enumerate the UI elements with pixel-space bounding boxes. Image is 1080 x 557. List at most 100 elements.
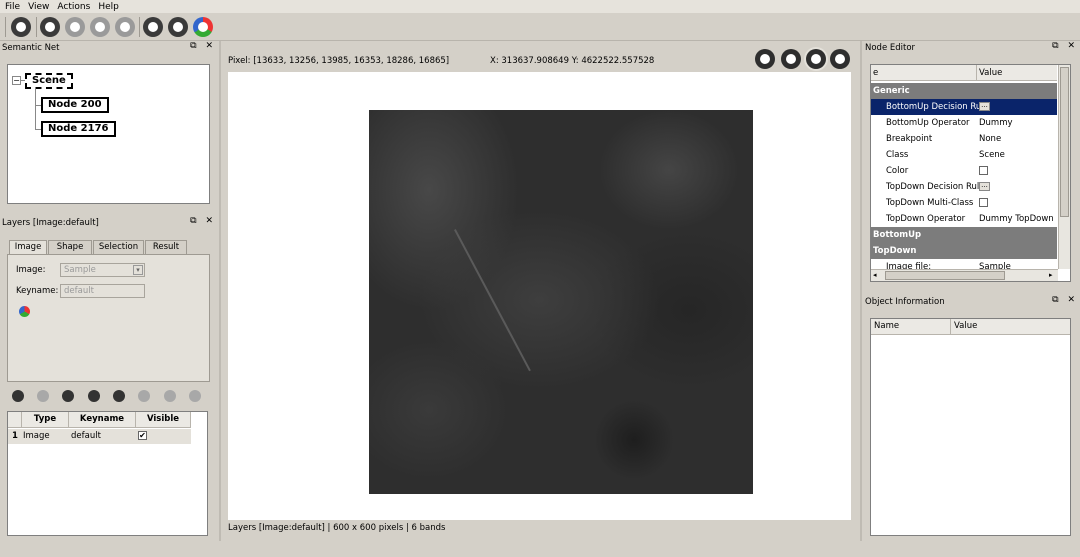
prop-row[interactable]: Breakpoint None (871, 131, 1057, 147)
panel-controls[interactable]: ⧉ ✕ (190, 41, 216, 51)
prop-value[interactable] (979, 195, 988, 211)
prop-value[interactable]: Dummy TopDown (979, 211, 1054, 227)
coord-readout: X: 313637.908649 Y: 4622522.557528 (490, 56, 655, 66)
group-topdown[interactable]: TopDown (871, 243, 1057, 259)
ellipsis-button[interactable]: ... (979, 102, 990, 111)
column-header-keyname[interactable]: Keyname (69, 412, 136, 428)
prop-row[interactable]: Class Scene (871, 147, 1057, 163)
prop-row[interactable]: TopDown Operator Dummy TopDown (871, 211, 1057, 227)
prop-row[interactable]: BottomUp Operator Dummy BottomUp (871, 115, 1057, 144)
action-disabled-icon[interactable] (189, 390, 201, 402)
satellite-image[interactable] (369, 110, 753, 494)
column-header-name[interactable]: Name (871, 319, 951, 335)
group-generic[interactable]: Generic (871, 83, 1057, 99)
semantic-net-tree: − Scene Node 200 Node 2176 (7, 64, 210, 204)
toolbar (0, 13, 1080, 41)
pan-hand-icon[interactable] (806, 49, 826, 69)
action-disabled-icon[interactable] (138, 390, 150, 402)
column-header-type[interactable]: Type (22, 412, 69, 428)
column-header-value[interactable]: Value (979, 68, 1002, 78)
object-info-header: Object Information ⧉ ✕ (863, 295, 1080, 309)
prop-value[interactable]: ... (979, 179, 990, 195)
color-icon[interactable] (193, 17, 213, 37)
table-corner (8, 412, 22, 428)
prop-row[interactable]: Color (871, 163, 1057, 179)
splitter-right[interactable] (860, 41, 862, 541)
add-layer-icon[interactable] (12, 390, 24, 402)
color-picker-icon[interactable] (19, 306, 30, 317)
back-disabled-icon[interactable] (65, 17, 85, 37)
collapse-toggle[interactable]: − (12, 76, 21, 85)
group-bottomup[interactable]: BottomUp (871, 227, 1057, 243)
remove-layer-icon[interactable] (62, 390, 74, 402)
node-editor-header: Node Editor ⧉ ✕ (863, 41, 1080, 55)
ellipsis-button[interactable]: ... (979, 182, 990, 191)
table-cell-keyname[interactable]: default (69, 429, 136, 444)
table-cell-visible[interactable]: ✔ (136, 429, 191, 444)
toolbar-separator (139, 17, 140, 37)
scroll-right-icon[interactable]: ▸ (1049, 271, 1053, 279)
menu-actions[interactable]: Actions (57, 2, 90, 12)
add-disabled-icon[interactable] (37, 390, 49, 402)
keyname-label: Keyname: (16, 286, 59, 296)
prop-row[interactable]: BottomUp Decision Rule ... (871, 99, 1057, 115)
fit-view-icon[interactable] (755, 49, 775, 69)
table-cell-type[interactable]: Image (22, 429, 69, 444)
scrollbar-thumb[interactable] (885, 271, 1005, 280)
column-header-visible[interactable]: Visible (136, 412, 191, 428)
panel-controls[interactable]: ⧉ ✕ (1052, 295, 1078, 305)
tree-node-200[interactable]: Node 200 (41, 97, 109, 113)
tree-node-2176[interactable]: Node 2176 (41, 121, 116, 137)
prop-row[interactable]: TopDown Multi-Class (871, 195, 1057, 211)
tab-selection[interactable]: Selection (93, 240, 144, 254)
prop-value[interactable]: None (979, 131, 1001, 147)
prop-value[interactable]: ... (979, 99, 990, 115)
share-icon[interactable] (143, 17, 163, 37)
last-disabled-icon[interactable] (115, 17, 135, 37)
image-texture (369, 110, 753, 494)
prop-value[interactable] (979, 163, 988, 179)
visible-checkbox[interactable]: ✔ (138, 431, 147, 440)
prop-name: BottomUp Operator (886, 118, 970, 128)
zoom-icon[interactable] (781, 49, 801, 69)
node-editor-column-headers: e Value (871, 65, 1057, 81)
menu-file[interactable]: File (5, 2, 20, 12)
scrollbar-thumb[interactable] (1060, 67, 1069, 217)
layers-icon[interactable] (168, 17, 188, 37)
tab-image[interactable]: Image (9, 240, 47, 255)
move-up-icon[interactable] (88, 390, 100, 402)
horizontal-scrollbar[interactable]: ◂ ▸ (871, 269, 1058, 281)
move-down-icon[interactable] (113, 390, 125, 402)
prop-row[interactable]: TopDown Decision Rule ... (871, 179, 1057, 195)
panel-controls[interactable]: ⧉ ✕ (1052, 41, 1078, 51)
prop-name: TopDown Multi-Class (886, 198, 974, 208)
image-select[interactable]: Sample ▾ (60, 263, 145, 277)
prop-name: BottomUp Decision Rule (886, 102, 989, 112)
tab-result[interactable]: Result (145, 240, 187, 254)
splitter-left[interactable] (219, 41, 221, 541)
prop-name: Breakpoint (886, 134, 933, 144)
forward-disabled-icon[interactable] (90, 17, 110, 37)
prop-value[interactable]: Scene (979, 147, 1005, 163)
panel-controls[interactable]: ⧉ ✕ (190, 216, 216, 226)
info-icon[interactable] (830, 49, 850, 69)
scroll-left-icon[interactable]: ◂ (873, 271, 877, 279)
column-header-name[interactable]: e (873, 68, 878, 78)
tree-node-scene[interactable]: Scene (25, 73, 73, 89)
vertical-scrollbar[interactable] (1058, 65, 1070, 269)
prop-name: TopDown Decision Rule (886, 182, 985, 192)
menu-view[interactable]: View (28, 2, 49, 12)
color-swatch[interactable] (979, 166, 988, 175)
keyname-field[interactable]: default (60, 284, 145, 298)
chevron-down-icon[interactable]: ▾ (133, 265, 143, 275)
settings-icon[interactable] (11, 17, 31, 37)
tab-shape[interactable]: Shape (48, 240, 92, 254)
action-disabled-icon[interactable] (164, 390, 176, 402)
image-label: Image: (16, 265, 46, 275)
multiclass-checkbox[interactable] (979, 198, 988, 207)
menu-help[interactable]: Help (98, 2, 119, 12)
row-index: 1 (8, 429, 22, 444)
back-icon[interactable] (40, 17, 60, 37)
layers-title: Layers [Image:default] (2, 218, 99, 228)
column-header-value[interactable]: Value (951, 319, 1070, 335)
